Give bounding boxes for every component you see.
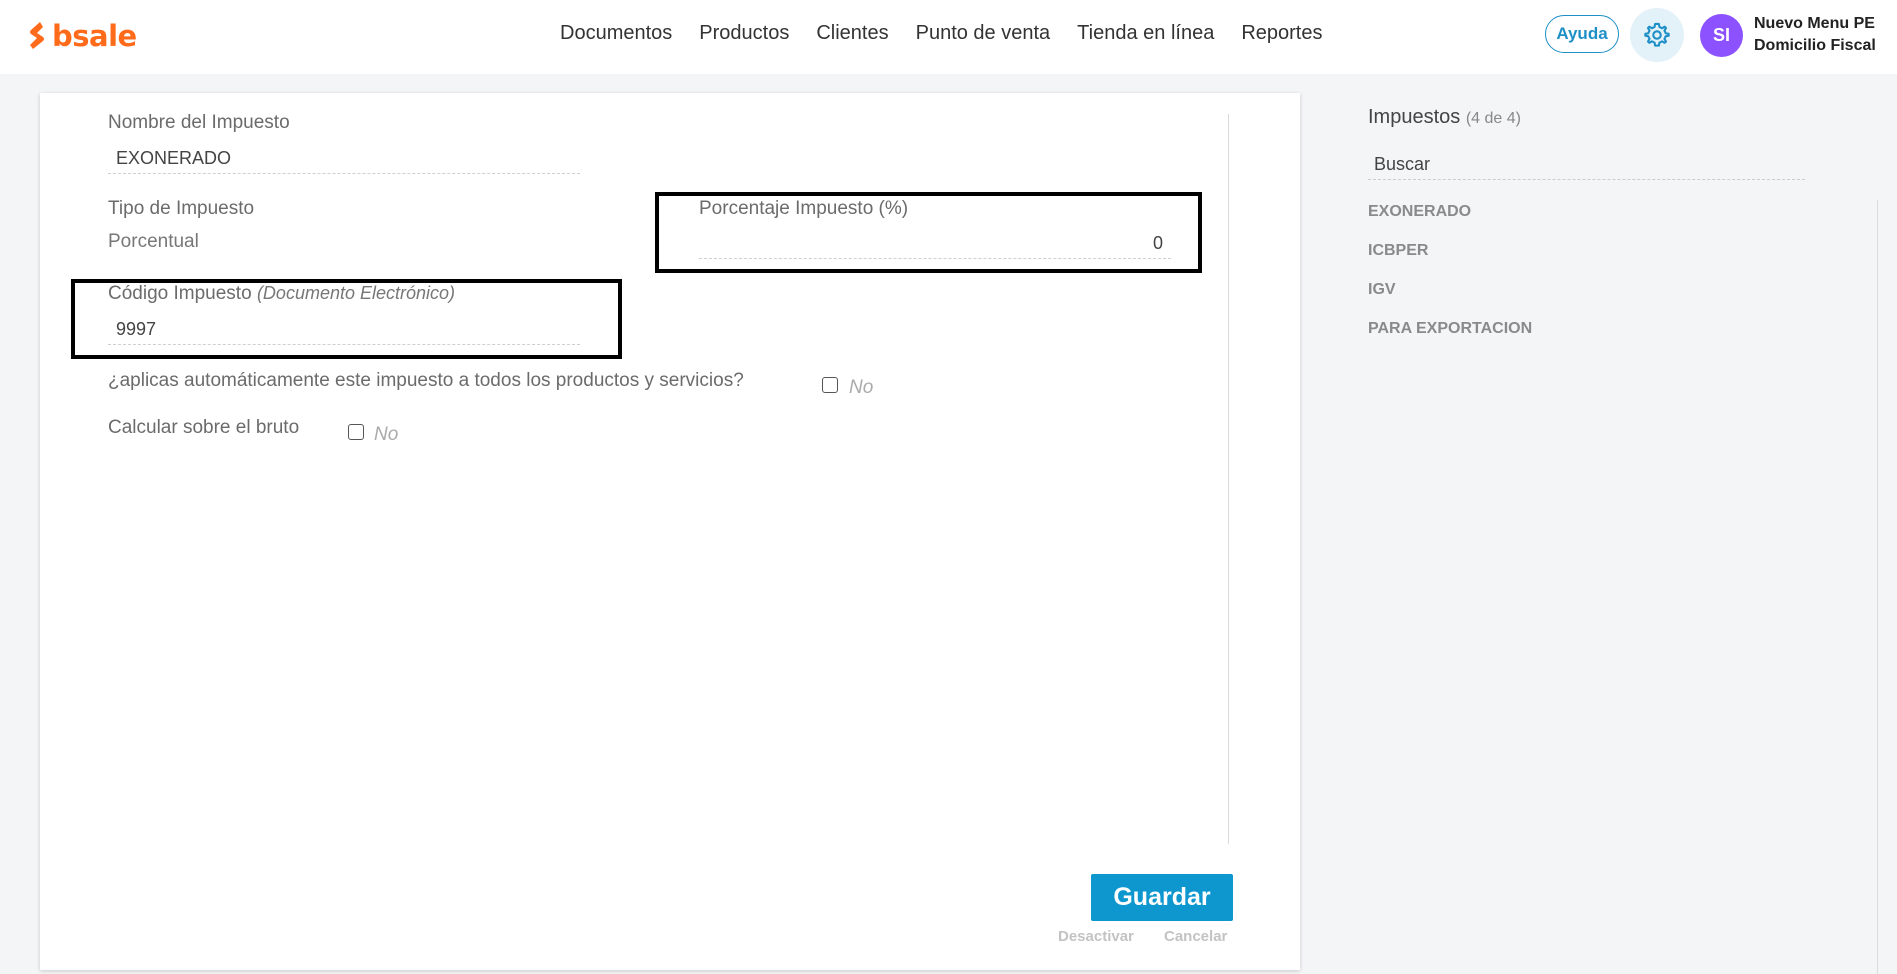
tax-type-value: Porcentual: [108, 231, 199, 252]
gear-icon: [1644, 22, 1670, 47]
help-button[interactable]: Ayuda: [1545, 15, 1619, 53]
cancel-link[interactable]: Cancelar: [1164, 928, 1227, 945]
tax-name-label: Nombre del Impuesto: [108, 112, 290, 133]
tax-list-item[interactable]: IGV: [1368, 281, 1396, 299]
taxes-panel-title: Impuestos (4 de 4): [1368, 106, 1521, 129]
gross-calc-state: No: [374, 424, 399, 445]
tax-type-label: Tipo de Impuesto: [108, 198, 255, 219]
tax-name-input[interactable]: [108, 144, 580, 174]
nav-item-productos[interactable]: Productos: [699, 22, 789, 45]
top-bar: bsale Documentos Productos Clientes Punt…: [0, 0, 1897, 74]
auto-apply-checkbox[interactable]: [822, 377, 838, 393]
user-account-name[interactable]: Nuevo Menu PE Domicilio Fiscal: [1754, 13, 1897, 57]
settings-button[interactable]: [1630, 8, 1684, 62]
deactivate-link[interactable]: Desactivar: [1058, 928, 1134, 945]
highlight-percent-box: [655, 192, 1202, 273]
bsale-logo[interactable]: bsale: [28, 18, 137, 54]
nav-item-punto-de-venta[interactable]: Punto de venta: [916, 22, 1051, 45]
save-button[interactable]: Guardar: [1091, 874, 1233, 921]
nav-item-tienda-en-linea[interactable]: Tienda en línea: [1077, 22, 1214, 45]
taxes-search-input[interactable]: [1368, 150, 1805, 180]
auto-apply-state: No: [849, 377, 874, 398]
main-nav: Documentos Productos Clientes Punto de v…: [560, 22, 1349, 45]
nav-item-documentos[interactable]: Documentos: [560, 22, 672, 45]
brand-name: bsale: [52, 19, 137, 53]
avatar[interactable]: SI: [1700, 14, 1743, 57]
bsale-logo-icon: [30, 22, 44, 49]
taxes-panel-scroll-edge: [1877, 200, 1878, 974]
gross-calc-checkbox[interactable]: [348, 424, 364, 440]
tax-list-item[interactable]: EXONERADO: [1368, 203, 1471, 221]
user-name-line1: Nuevo Menu PE: [1754, 15, 1875, 32]
taxes-panel-title-text: Impuestos: [1368, 106, 1461, 128]
auto-apply-label: ¿aplicas automáticamente este impuesto a…: [108, 370, 744, 391]
highlight-code-box: [71, 279, 622, 359]
tax-list-item[interactable]: ICBPER: [1368, 242, 1428, 260]
tax-list-item[interactable]: PARA EXPORTACION: [1368, 320, 1532, 338]
taxes-panel-count: (4 de 4): [1465, 110, 1521, 127]
gross-calc-label: Calcular sobre el bruto: [108, 417, 300, 438]
card-divider: [1228, 114, 1229, 844]
user-name-line2: Domicilio Fiscal: [1754, 37, 1876, 54]
nav-item-clientes[interactable]: Clientes: [816, 22, 888, 45]
nav-item-reportes[interactable]: Reportes: [1241, 22, 1322, 45]
